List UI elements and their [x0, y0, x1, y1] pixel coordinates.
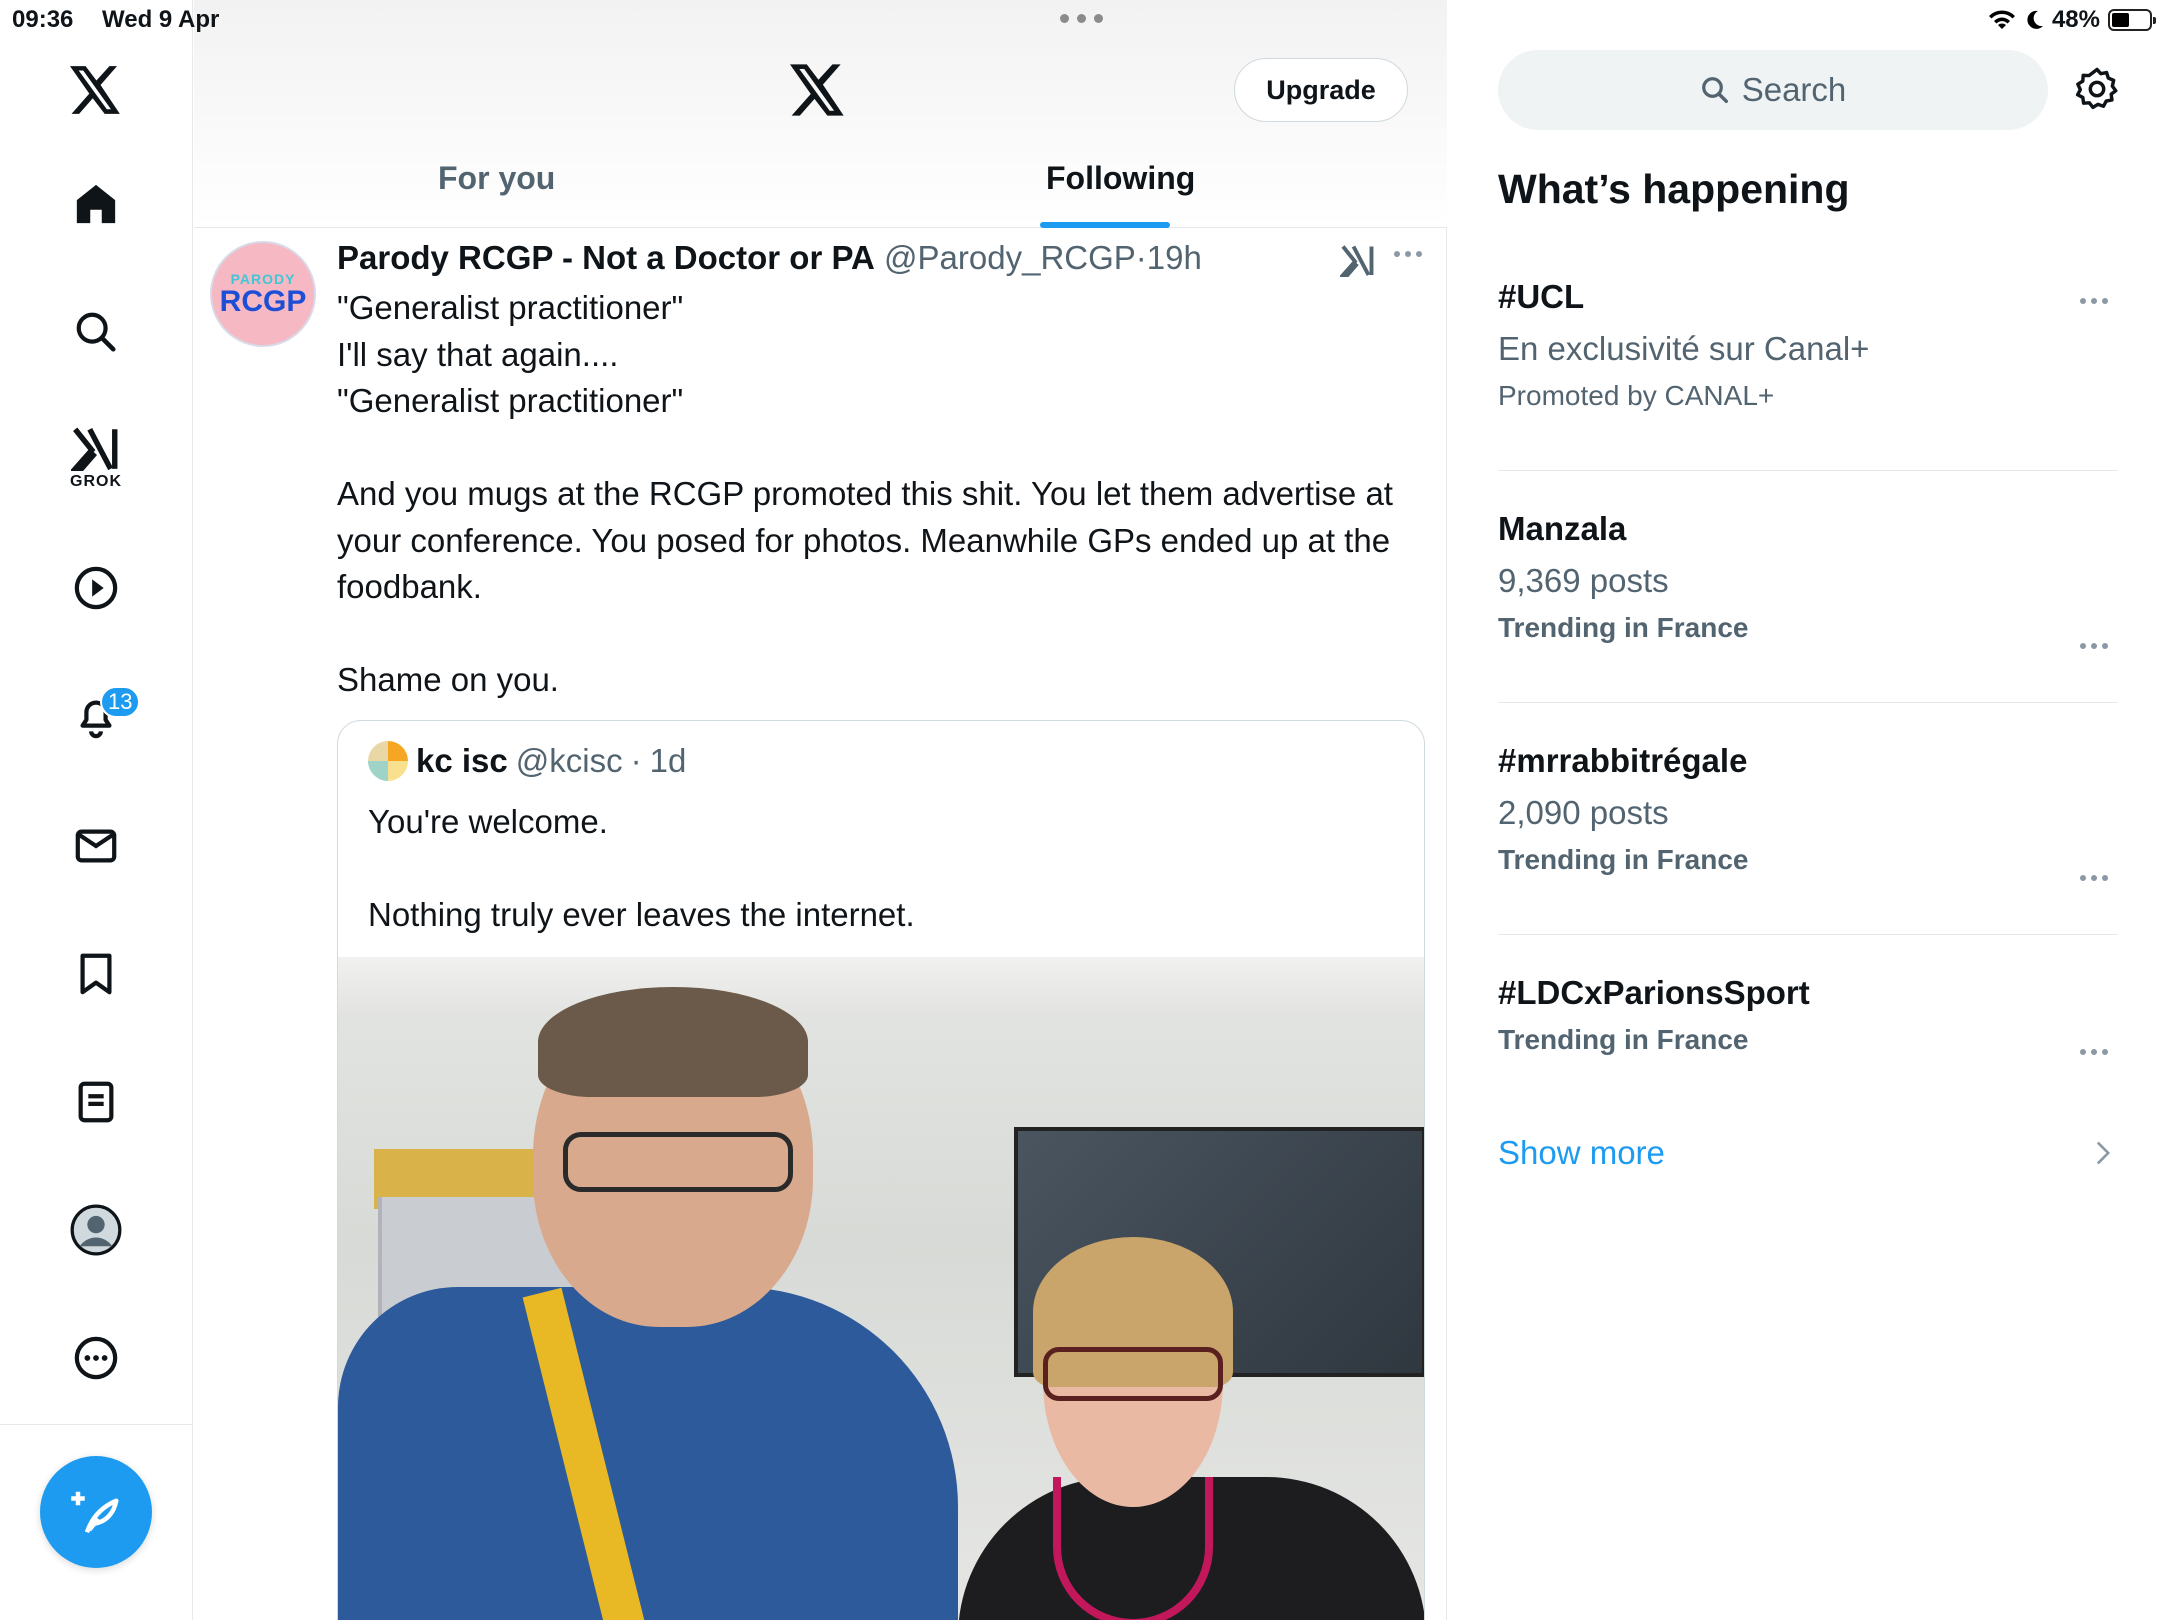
grok-nav-item[interactable]: GROK: [56, 418, 136, 498]
wifi-icon: [1988, 10, 2015, 29]
bookmark-icon[interactable]: [56, 934, 136, 1014]
more-icon[interactable]: [56, 1318, 136, 1398]
trend-meta: Trending in France: [1498, 844, 1749, 875]
trend-title: #mrrabbitrégale: [1498, 742, 1748, 779]
feather-plus-icon: [71, 1491, 119, 1534]
section-title: What’s happening: [1498, 166, 1850, 212]
trend-more-icon[interactable]: [2080, 1049, 2108, 1055]
home-icon[interactable]: [56, 164, 136, 244]
quote-separator: ·: [630, 742, 642, 779]
quoted-post[interactable]: kc isc @kcisc · 1d You're welcome. Nothing…: [337, 720, 1425, 1620]
video-icon[interactable]: [56, 548, 136, 628]
tab-following[interactable]: Following: [1046, 160, 1195, 197]
quote-header: kc isc @kcisc · 1d: [368, 741, 686, 781]
battery-icon: [2108, 9, 2156, 31]
trend-more-icon[interactable]: [2080, 298, 2108, 304]
post-time[interactable]: 19h: [1147, 239, 1202, 276]
quote-author-name[interactable]: kc isc: [416, 742, 508, 780]
post-text: "Generalist practitioner" I'll say that …: [337, 285, 1407, 704]
trend-item[interactable]: Manzala 9,369 posts Trending in France: [1498, 510, 2118, 649]
trend-item[interactable]: #mrrabbitrégale 2,090 posts Trending in …: [1498, 742, 2118, 881]
quote-video-media[interactable]: [338, 957, 1424, 1620]
tab-for-you[interactable]: For you: [438, 160, 555, 197]
trend-subtitle: En exclusivité sur Canal+: [1498, 330, 1870, 367]
trend-title: #UCL: [1498, 278, 1585, 315]
trend-divider: [1498, 934, 2118, 935]
post-line: [337, 611, 1407, 658]
quote-text: You're welcome. Nothing truly ever leave…: [368, 799, 915, 939]
list-icon[interactable]: [56, 1062, 136, 1142]
trend-meta: Trending in France: [1498, 612, 1749, 643]
active-tab-indicator: [1040, 222, 1170, 228]
post-line: "Generalist practitioner": [337, 382, 684, 419]
quote-author-handle[interactable]: @kcisc: [516, 742, 623, 780]
post-header: Parody RCGP - Not a Doctor or PA @Parody…: [337, 239, 1202, 277]
right-sidebar: Search What’s happening #UCL En exclusiv…: [1448, 0, 2160, 1620]
trend-item[interactable]: #LDCxParionsSport Trending in France: [1498, 974, 2118, 1056]
post-line: And you mugs at the RCGP promoted this s…: [337, 475, 1393, 605]
post-separator: ·: [1135, 239, 1147, 276]
quote-line: [368, 846, 915, 893]
moon-icon: [2027, 10, 2043, 29]
status-time: 09:36: [12, 6, 74, 33]
search-input[interactable]: Search: [1498, 50, 2048, 130]
trend-more-icon[interactable]: [2080, 643, 2108, 649]
status-date: Wed 9 Apr: [102, 6, 220, 33]
grok-explain-icon[interactable]: [1338, 243, 1376, 282]
left-navigation: GROK 13: [0, 0, 193, 1620]
trend-item[interactable]: #UCL En exclusivité sur Canal+ Promoted …: [1498, 278, 2118, 412]
quote-line: You're welcome.: [368, 803, 608, 840]
post-more-icon[interactable]: [1394, 251, 1422, 257]
settings-gear-icon[interactable]: [2074, 66, 2120, 117]
show-more-link[interactable]: Show more: [1498, 1134, 1665, 1172]
post-avatar[interactable]: PARODY RCGP: [210, 241, 316, 347]
post-author-name[interactable]: Parody RCGP - Not a Doctor or PA: [337, 239, 875, 276]
quote-avatar[interactable]: [368, 741, 408, 781]
post-author-handle[interactable]: @Parody_RCGP: [884, 239, 1136, 276]
trend-subtitle: 2,090 posts: [1498, 794, 1669, 831]
nav-divider: [0, 1424, 193, 1425]
battery-percent: 48%: [2051, 6, 2100, 33]
post-line: Shame on you.: [337, 661, 559, 698]
trend-meta: Promoted by CANAL+: [1498, 380, 1775, 411]
x-logo-center-icon[interactable]: [790, 64, 846, 121]
compose-post-button[interactable]: [40, 1456, 152, 1568]
post-line: "Generalist practitioner": [337, 289, 684, 326]
quote-line: Nothing truly ever leaves the internet.: [368, 896, 915, 933]
post-line: [337, 425, 1407, 472]
chevron-right-icon[interactable]: [2094, 1140, 2112, 1171]
trend-meta: Trending in France: [1498, 1024, 1749, 1055]
search-placeholder: Search: [1741, 71, 1847, 108]
notifications-badge: 13: [100, 686, 141, 718]
x-logo-icon[interactable]: [56, 50, 136, 130]
grok-label: GROK: [70, 473, 122, 490]
status-right: 48%: [1988, 6, 2156, 34]
mail-icon[interactable]: [56, 806, 136, 886]
trend-divider: [1498, 702, 2118, 703]
trend-title: Manzala: [1498, 510, 1627, 547]
trend-subtitle: 9,369 posts: [1498, 562, 1669, 599]
trend-title: #LDCxParionsSport: [1498, 974, 1810, 1011]
grok-icon: [71, 427, 118, 471]
search-icon[interactable]: [56, 292, 136, 372]
quote-time[interactable]: 1d: [650, 742, 687, 780]
profile-icon[interactable]: [56, 1190, 136, 1270]
main-feed: Upgrade For you Following PARODY RCGP Pa…: [194, 0, 1447, 1620]
status-bar: 09:36 Wed 9 Apr 48%: [0, 0, 2160, 40]
post-line: I'll say that again....: [337, 335, 619, 373]
trend-more-icon[interactable]: [2080, 875, 2108, 881]
avatar-rcgp-text: RCGP: [219, 285, 307, 318]
upgrade-button[interactable]: Upgrade: [1234, 58, 1408, 122]
trend-divider: [1498, 470, 2118, 471]
multitasking-dots-icon[interactable]: [1060, 14, 1103, 23]
search-icon: [1701, 77, 1728, 103]
